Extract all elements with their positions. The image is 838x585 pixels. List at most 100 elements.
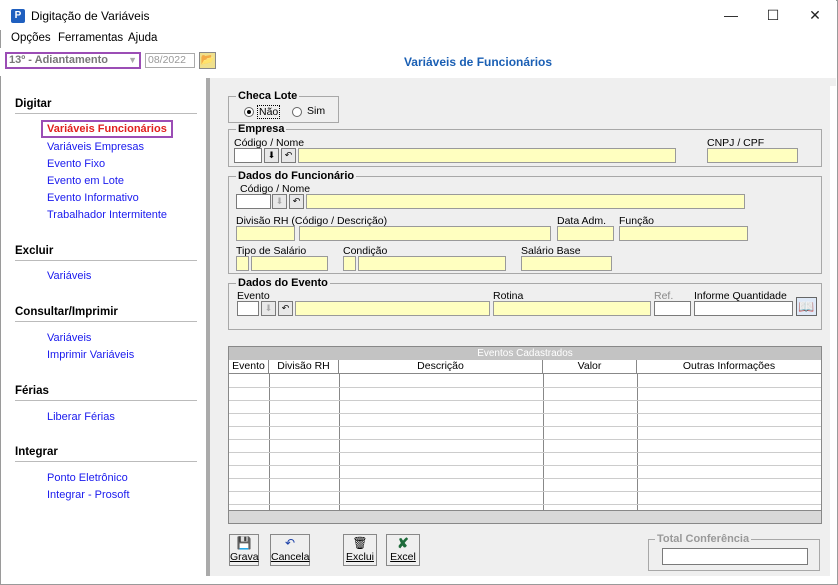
grid-col-line <box>543 374 544 523</box>
section-divider <box>15 461 197 462</box>
exclui-label: Exclui <box>345 551 374 563</box>
main-panel-top <box>210 78 836 86</box>
sidebar-item-consultar-variaveis[interactable]: Variáveis <box>47 332 91 344</box>
radio-sim[interactable] <box>292 107 302 117</box>
grid-row[interactable] <box>229 478 821 479</box>
grid-row[interactable] <box>229 465 821 466</box>
app-logo-icon: P <box>11 9 25 23</box>
divisao-code-input[interactable] <box>236 226 295 241</box>
grid-row[interactable] <box>229 400 821 401</box>
funcao-input[interactable] <box>619 226 748 241</box>
col-divisao-rh[interactable]: Divisão RH <box>269 360 339 374</box>
evento-download-button[interactable]: ⬇ <box>261 301 276 316</box>
cnpj-input[interactable] <box>707 148 798 163</box>
empresa-undo-button[interactable]: ↶ <box>281 148 296 163</box>
cancela-label: Cancela <box>271 551 310 563</box>
eventos-grid: Eventos Cadastrados Evento Divisão RH De… <box>228 346 822 524</box>
save-icon: 💾 <box>236 536 252 550</box>
chevron-down-icon: ▼ <box>128 55 137 65</box>
col-evento[interactable]: Evento <box>229 360 269 374</box>
grid-row[interactable] <box>229 452 821 453</box>
total-conferencia-legend: Total Conferência <box>655 533 752 545</box>
funcionario-download-button[interactable]: ⬇ <box>272 194 287 209</box>
undo-icon: ↶ <box>281 303 290 313</box>
menu-ferramentas[interactable]: Ferramentas <box>58 32 123 44</box>
grid-row[interactable] <box>229 504 821 505</box>
grava-label: Grava <box>230 551 259 563</box>
grid-row[interactable] <box>229 426 821 427</box>
window-title: Digitação de Variáveis <box>31 9 150 23</box>
excel-button[interactable]: ✘ Excel <box>386 534 420 566</box>
open-book-button[interactable]: 📖 <box>796 297 817 316</box>
quantidade-input[interactable] <box>694 301 793 316</box>
funcionario-name-input[interactable] <box>306 194 745 209</box>
col-valor[interactable]: Valor <box>543 360 637 374</box>
open-folder-button[interactable]: 📂 <box>199 52 216 69</box>
exclui-button[interactable]: 🗑 Exclui <box>343 534 377 566</box>
grid-footer <box>229 510 821 523</box>
data-adm-input[interactable] <box>557 226 614 241</box>
grid-title: Eventos Cadastrados <box>229 347 821 360</box>
grid-row[interactable] <box>229 491 821 492</box>
col-outras-informacoes[interactable]: Outras Informações <box>637 360 821 374</box>
menu-bar <box>0 30 836 48</box>
sidebar-item-integrar-prosoft[interactable]: Integrar - Prosoft <box>47 489 130 501</box>
rotina-input[interactable] <box>493 301 651 316</box>
salario-base-input[interactable] <box>521 256 612 271</box>
empresa-legend: Empresa <box>236 123 287 135</box>
grid-row[interactable] <box>229 413 821 414</box>
undo-icon: ↶ <box>292 196 301 206</box>
undo-icon: ↶ <box>284 536 296 550</box>
col-descricao[interactable]: Descrição <box>339 360 543 374</box>
minimize-button[interactable]: — <box>710 0 752 30</box>
menu-opcoes[interactable]: Opções <box>11 32 51 44</box>
grid-row[interactable] <box>229 387 821 388</box>
grava-button[interactable]: 💾 Grava <box>229 534 259 566</box>
tipo-salario-desc-input[interactable] <box>251 256 328 271</box>
condicao-code-input[interactable] <box>343 256 356 271</box>
sidebar-item-ponto-eletronico[interactable]: Ponto Eletrônico <box>47 472 128 484</box>
section-divider <box>15 400 197 401</box>
download-icon: ⬇ <box>264 303 273 313</box>
tipo-salario-code-input[interactable] <box>236 256 249 271</box>
grid-row[interactable] <box>229 439 821 440</box>
evento-legend: Dados do Evento <box>236 277 330 289</box>
close-button[interactable]: ✕ <box>794 0 836 30</box>
grid-col-line <box>637 374 638 523</box>
maximize-button[interactable]: ☐ <box>752 0 794 30</box>
evento-code-input[interactable] <box>237 301 259 316</box>
period-field[interactable]: 08/2022 <box>145 53 195 68</box>
funcionario-undo-button[interactable]: ↶ <box>289 194 304 209</box>
empresa-download-button[interactable]: ⬇ <box>264 148 279 163</box>
menu-ajuda[interactable]: Ajuda <box>128 32 157 44</box>
sidebar-item-excluir-variaveis[interactable]: Variáveis <box>47 270 91 282</box>
empresa-name-input[interactable] <box>298 148 676 163</box>
sidebar-item-imprimir-variaveis[interactable]: Imprimir Variáveis <box>47 349 134 361</box>
funcionario-code-input[interactable] <box>236 194 271 209</box>
payroll-type-select[interactable]: 13º - Adiantamento ▼ <box>5 52 141 69</box>
divisao-desc-input[interactable] <box>299 226 551 241</box>
sidebar-item-evento-fixo[interactable]: Evento Fixo <box>47 158 105 170</box>
download-icon: ⬇ <box>267 150 276 160</box>
ref-input[interactable] <box>654 301 691 316</box>
total-conferencia-input[interactable] <box>662 548 808 565</box>
undo-icon: ↶ <box>284 150 293 160</box>
empresa-code-input[interactable] <box>234 148 262 163</box>
excel-icon: ✘ <box>397 535 409 551</box>
sidebar-item-liberar-ferias[interactable]: Liberar Férias <box>47 411 115 423</box>
sidebar-item-evento-informativo[interactable]: Evento Informativo <box>47 192 139 204</box>
section-divider <box>15 321 197 322</box>
page-title: Variáveis de Funcionários <box>403 55 553 69</box>
radio-nao[interactable] <box>244 107 254 117</box>
evento-undo-button[interactable]: ↶ <box>278 301 293 316</box>
radio-sim-label: Sim <box>307 105 326 117</box>
condicao-desc-input[interactable] <box>358 256 506 271</box>
cancela-button[interactable]: ↶ Cancela <box>270 534 310 566</box>
sidebar-item-trabalhador-intermitente[interactable]: Trabalhador Intermitente <box>47 209 167 221</box>
sidebar-section-excluir: Excluir <box>15 245 54 257</box>
sidebar-item-variaveis-empresas[interactable]: Variáveis Empresas <box>47 141 144 153</box>
evento-desc-input[interactable] <box>295 301 490 316</box>
excel-label: Excel <box>390 551 416 563</box>
sidebar-item-variaveis-funcionarios[interactable]: Variáveis Funcionários <box>41 120 173 138</box>
sidebar-item-evento-em-lote[interactable]: Evento em Lote <box>47 175 124 187</box>
